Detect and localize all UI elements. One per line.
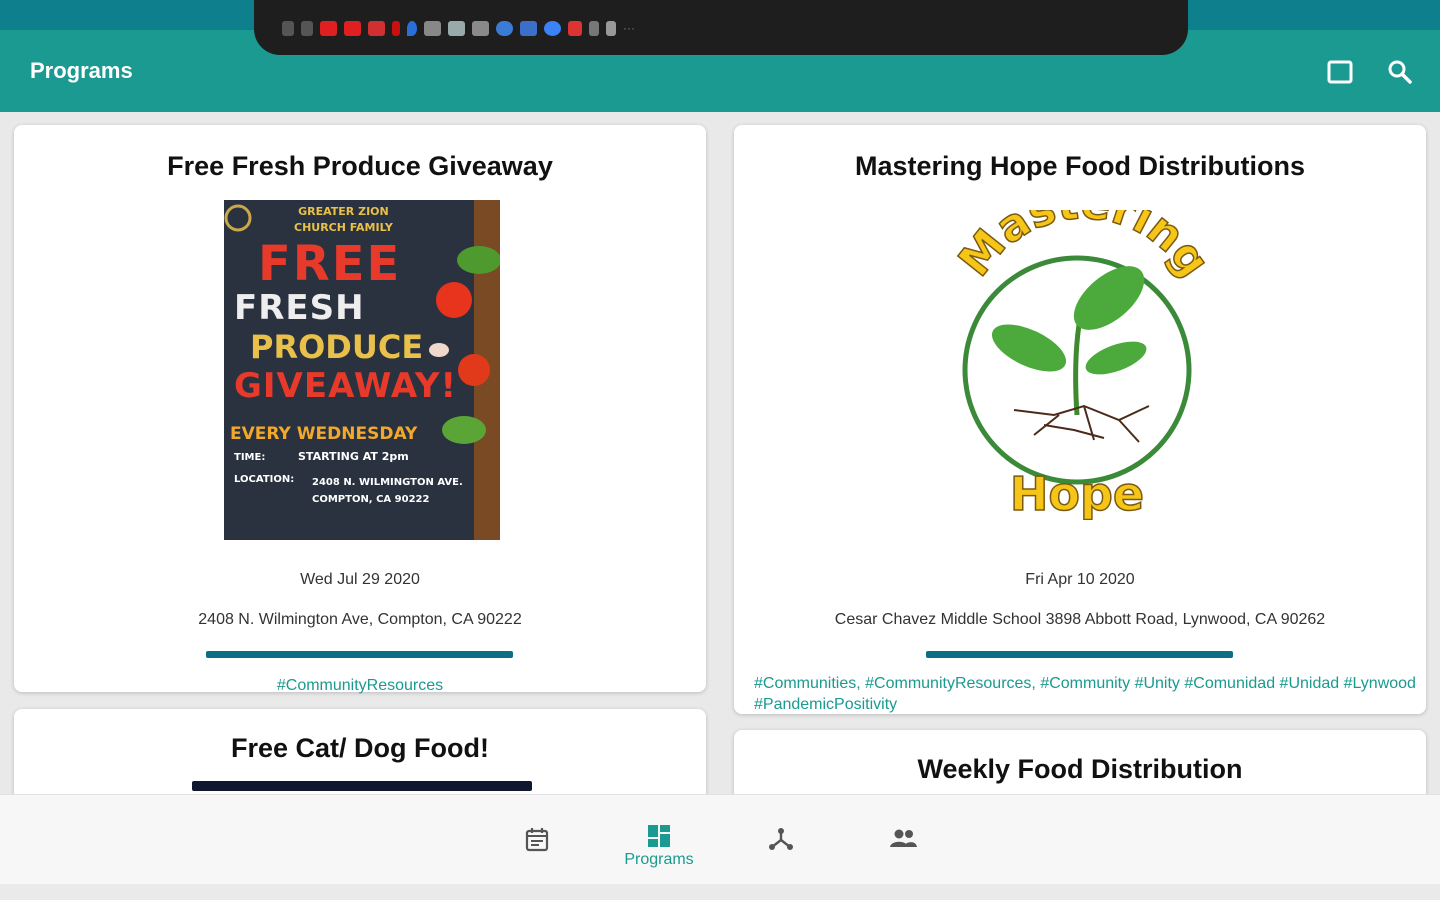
program-title: Free Fresh Produce Giveaway bbox=[167, 151, 553, 181]
program-title: Mastering Hope Food Distributions bbox=[855, 151, 1305, 181]
download-icon bbox=[589, 20, 599, 36]
netflix-icon bbox=[392, 20, 400, 36]
battery-icon bbox=[606, 20, 616, 36]
program-card[interactable]: Free Cat/ Dog Food! bbox=[14, 709, 706, 794]
more-icon: ··· bbox=[623, 21, 635, 35]
tiktok-icon bbox=[301, 20, 313, 36]
poster-line1: FREE bbox=[258, 236, 402, 292]
nav-label-programs: Programs bbox=[624, 851, 694, 868]
program-card[interactable]: Weekly Food Distribution bbox=[734, 730, 1426, 794]
program-title: Weekly Food Distribution bbox=[917, 754, 1243, 784]
program-address: Cesar Chavez Middle School 3898 Abbott R… bbox=[834, 611, 1326, 628]
maps-icon bbox=[407, 20, 417, 36]
poster-location-value: 2408 N. WILMINGTON AVE. COMPTON, CA 9022… bbox=[312, 477, 463, 505]
shield-icon bbox=[544, 20, 561, 36]
program-tags[interactable]: #CommunityResources bbox=[14, 675, 706, 696]
bottom-navigation: Programs bbox=[0, 794, 1440, 884]
poster-line3: PRODUCE bbox=[250, 328, 424, 366]
program-date: Wed Jul 29 2020 bbox=[300, 571, 420, 588]
news-icon bbox=[424, 20, 441, 36]
cloud-icon bbox=[496, 20, 513, 36]
divider-bar bbox=[206, 651, 513, 658]
programs-list[interactable]: Free Fresh Produce Giveaway GREATER ZION… bbox=[0, 112, 1440, 794]
gallery-icon bbox=[448, 20, 465, 36]
square-icon[interactable] bbox=[1326, 58, 1354, 86]
tiktok-icon bbox=[282, 20, 294, 36]
divider-bar bbox=[926, 651, 1233, 658]
mastering-hope-logo: Mastering Hope bbox=[944, 177, 1220, 522]
program-date: Fri Apr 10 2020 bbox=[1025, 571, 1135, 588]
nav-calendar[interactable] bbox=[497, 825, 577, 853]
calendar-small-icon bbox=[520, 20, 537, 36]
calendar-icon bbox=[525, 828, 549, 852]
notification-icons: ··· bbox=[282, 18, 635, 38]
mail-icon bbox=[368, 20, 385, 36]
program-card[interactable]: Free Fresh Produce Giveaway GREATER ZION… bbox=[14, 125, 706, 694]
image-top-edge bbox=[192, 781, 532, 791]
search-icon[interactable] bbox=[1386, 58, 1414, 86]
program-poster-image: GREATER ZION CHURCH FAMILY FREE FRESH PR… bbox=[224, 200, 500, 540]
youtube-icon bbox=[320, 20, 337, 36]
dashboard-icon bbox=[648, 825, 670, 847]
poster-location-label: LOCATION: bbox=[234, 474, 295, 485]
nav-programs[interactable]: Programs bbox=[619, 823, 699, 869]
message-icon bbox=[472, 20, 489, 36]
people-icon bbox=[890, 829, 917, 847]
program-card[interactable]: Mastering Hope Food Distributions Master… bbox=[734, 125, 1426, 714]
poster-line5: EVERY WEDNESDAY bbox=[230, 424, 418, 444]
poster-line2: FRESH bbox=[234, 288, 365, 328]
logo-bottom-text: Hope bbox=[1010, 467, 1144, 520]
nav-people[interactable] bbox=[863, 825, 943, 853]
poster-time-label: TIME: bbox=[234, 452, 266, 463]
program-address: 2408 N. Wilmington Ave, Compton, CA 9022… bbox=[198, 611, 522, 628]
page-title: Programs bbox=[30, 58, 133, 83]
poster-time-value: STARTING AT 2pm bbox=[298, 450, 409, 463]
network-icon bbox=[769, 828, 793, 850]
system-navigation-bar bbox=[0, 884, 1440, 900]
program-tags[interactable]: #Communities, #CommunityResources, #Comm… bbox=[754, 673, 1418, 715]
youtube-icon bbox=[344, 20, 361, 36]
check-icon bbox=[568, 20, 582, 36]
poster-header: GREATER ZION CHURCH FAMILY bbox=[294, 205, 393, 234]
program-title: Free Cat/ Dog Food! bbox=[231, 733, 489, 763]
poster-line4: GIVEAWAY! bbox=[234, 366, 458, 406]
nav-network[interactable] bbox=[741, 825, 821, 853]
